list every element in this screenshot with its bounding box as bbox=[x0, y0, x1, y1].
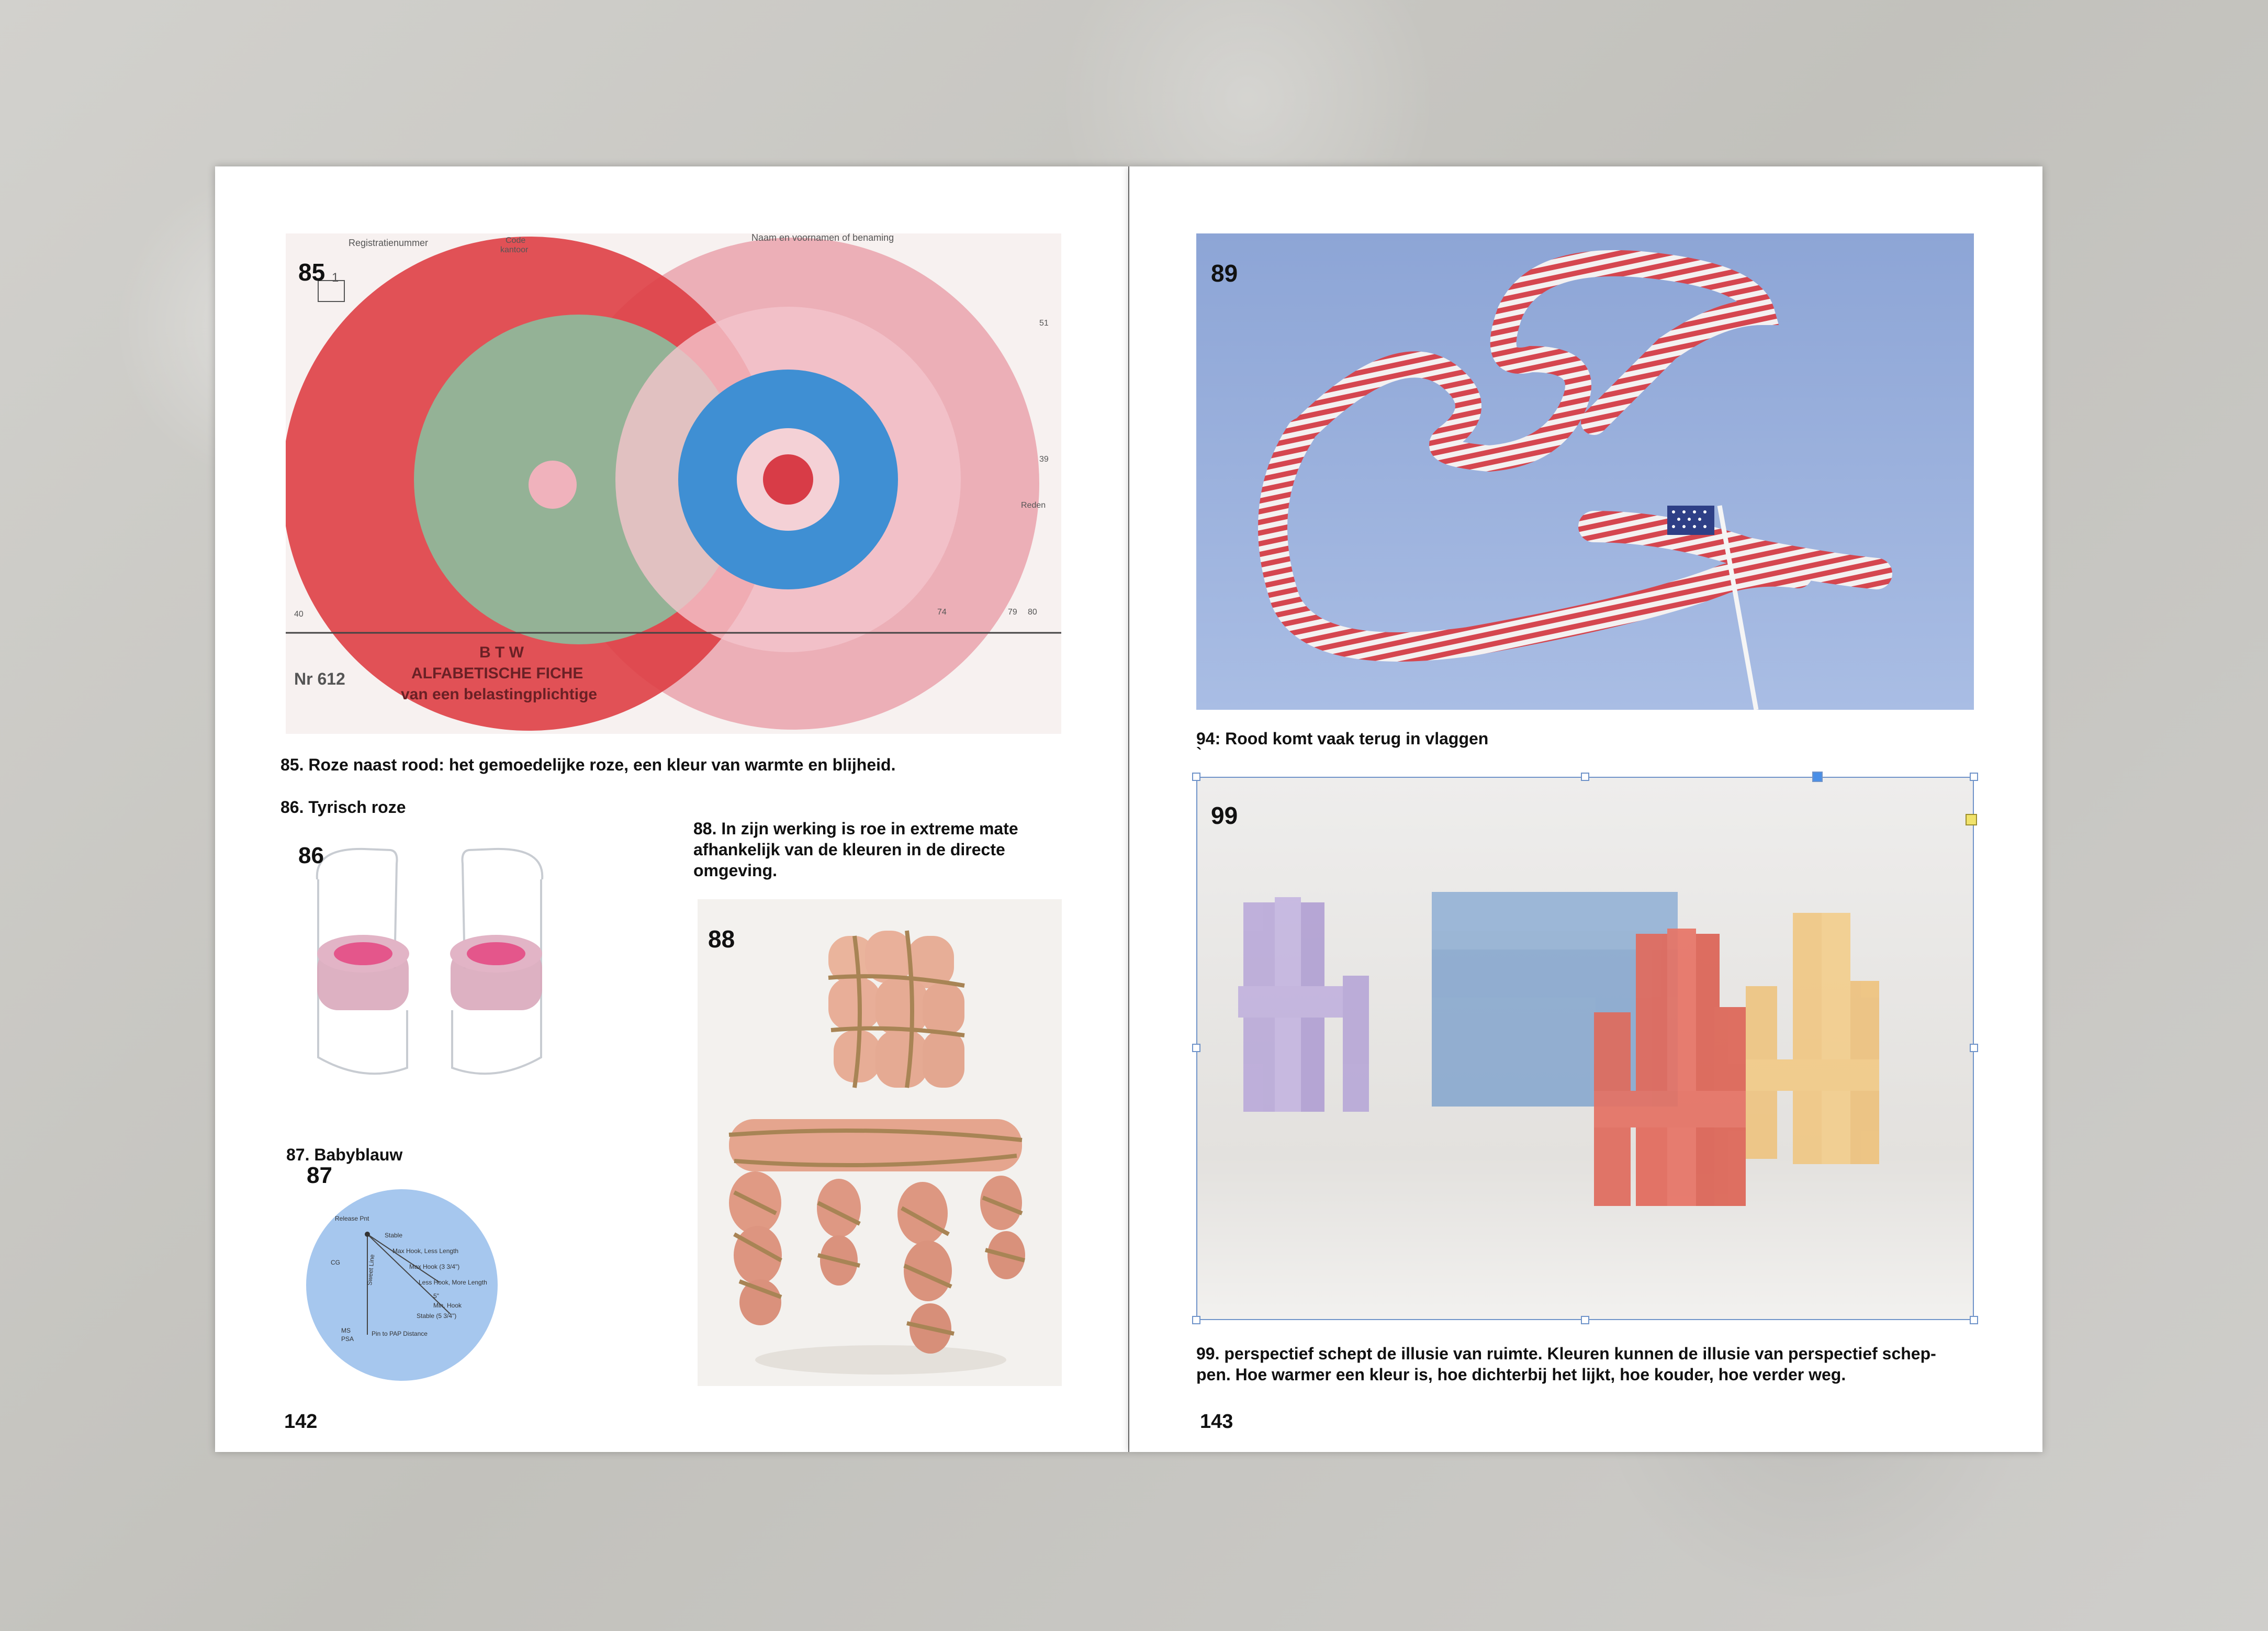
caption-85: 85. Roze naast rood: het gemoedelijke ro… bbox=[280, 755, 896, 774]
disc-max-hook-label: Max Hook, Less Length bbox=[392, 1247, 458, 1255]
disc-release-label: Release Pnt bbox=[335, 1215, 369, 1222]
form-number-39: 39 bbox=[1039, 455, 1049, 464]
content-grabber-handle[interactable] bbox=[1966, 814, 1977, 825]
figure-85-venn-diagram: Registratienummer Naam en voornamen of b… bbox=[286, 233, 1061, 734]
page-number-143: 143 bbox=[1200, 1411, 1233, 1433]
caption-86: 86. Tyrisch roze bbox=[280, 798, 406, 817]
resize-handle-middle-left[interactable] bbox=[1192, 1044, 1200, 1052]
form-kantoor-label: kantoor bbox=[500, 245, 529, 254]
resize-handle-bottom-center[interactable] bbox=[1581, 1316, 1589, 1324]
form-registration-label: Registratienummer bbox=[349, 238, 428, 248]
form-reden-label: Reden bbox=[1021, 501, 1046, 510]
caption-94: 94: Rood komt vaak terug in vlaggen bbox=[1196, 729, 1489, 748]
disc-stable-label: Stable bbox=[385, 1232, 402, 1239]
resize-handle-top-selected[interactable] bbox=[1812, 772, 1823, 782]
page-number-142: 142 bbox=[284, 1411, 318, 1433]
figure-86-chairs bbox=[286, 837, 642, 1120]
form-number-51: 51 bbox=[1039, 319, 1049, 328]
form-number-79: 79 bbox=[1008, 608, 1017, 617]
form-number-1: 1 bbox=[332, 271, 339, 285]
form-belasting-label: van een belastingplichtige bbox=[401, 686, 597, 703]
figure-85-number: 85 bbox=[298, 259, 325, 286]
form-btw-label: B T W bbox=[479, 644, 524, 661]
disc-cg-label: CG bbox=[331, 1259, 340, 1266]
disc-psa-label: PSA bbox=[341, 1335, 354, 1343]
figure-89-number: 89 bbox=[1211, 260, 1238, 287]
form-number-80: 80 bbox=[1028, 608, 1037, 617]
selection-frame[interactable] bbox=[1196, 777, 1974, 1320]
figure-89-flag-ribbon: 89 bbox=[1196, 233, 1974, 710]
disc-ms-label: MS bbox=[341, 1327, 351, 1334]
form-fiche-label: ALFABETISCHE FICHE bbox=[411, 665, 583, 682]
caption-88: 88. In zijn werking is roe in extreme ma… bbox=[693, 819, 1018, 880]
disc-stable2-label: Stable (5 3/4") bbox=[417, 1312, 456, 1320]
figure-87-number: 87 bbox=[307, 1163, 332, 1188]
caption-94-stray-mark: ` bbox=[1196, 744, 1202, 763]
figure-86-number: 86 bbox=[298, 843, 324, 868]
resize-handle-bottom-right[interactable] bbox=[1970, 1316, 1978, 1324]
disc-max-hook2-label: Max Hook (3 3/4") bbox=[409, 1263, 459, 1270]
resize-handle-bottom-left[interactable] bbox=[1192, 1316, 1200, 1324]
caption-99: 99. perspectief schept de illusie van ru… bbox=[1196, 1344, 1936, 1384]
figure-87-blue-disc-diagram: Release Pnt Stable CG Max Hook, Less Len… bbox=[293, 1162, 513, 1382]
resize-handle-top-right[interactable] bbox=[1970, 773, 1978, 781]
disc-five-label: 5" bbox=[433, 1292, 439, 1300]
disc-pin-label: Pin to PAP Distance bbox=[372, 1330, 428, 1337]
form-nr-label: Nr 612 bbox=[294, 669, 345, 688]
disc-less-hook-label: Less Hook, More Length bbox=[419, 1279, 487, 1286]
figure-88-rope-chair: 88 bbox=[698, 899, 1062, 1386]
form-number-40: 40 bbox=[294, 610, 304, 619]
resize-handle-top-left[interactable] bbox=[1192, 773, 1200, 781]
disc-min-hook-label: Min. Hook bbox=[433, 1302, 462, 1309]
resize-handle-middle-right[interactable] bbox=[1970, 1044, 1978, 1052]
figure-88-number: 88 bbox=[708, 925, 735, 953]
resize-handle-top-center[interactable] bbox=[1581, 773, 1589, 781]
form-number-74: 74 bbox=[937, 608, 947, 617]
form-name-label: Naam en voornamen of benaming bbox=[751, 233, 894, 243]
form-code-label: Code bbox=[506, 236, 525, 245]
